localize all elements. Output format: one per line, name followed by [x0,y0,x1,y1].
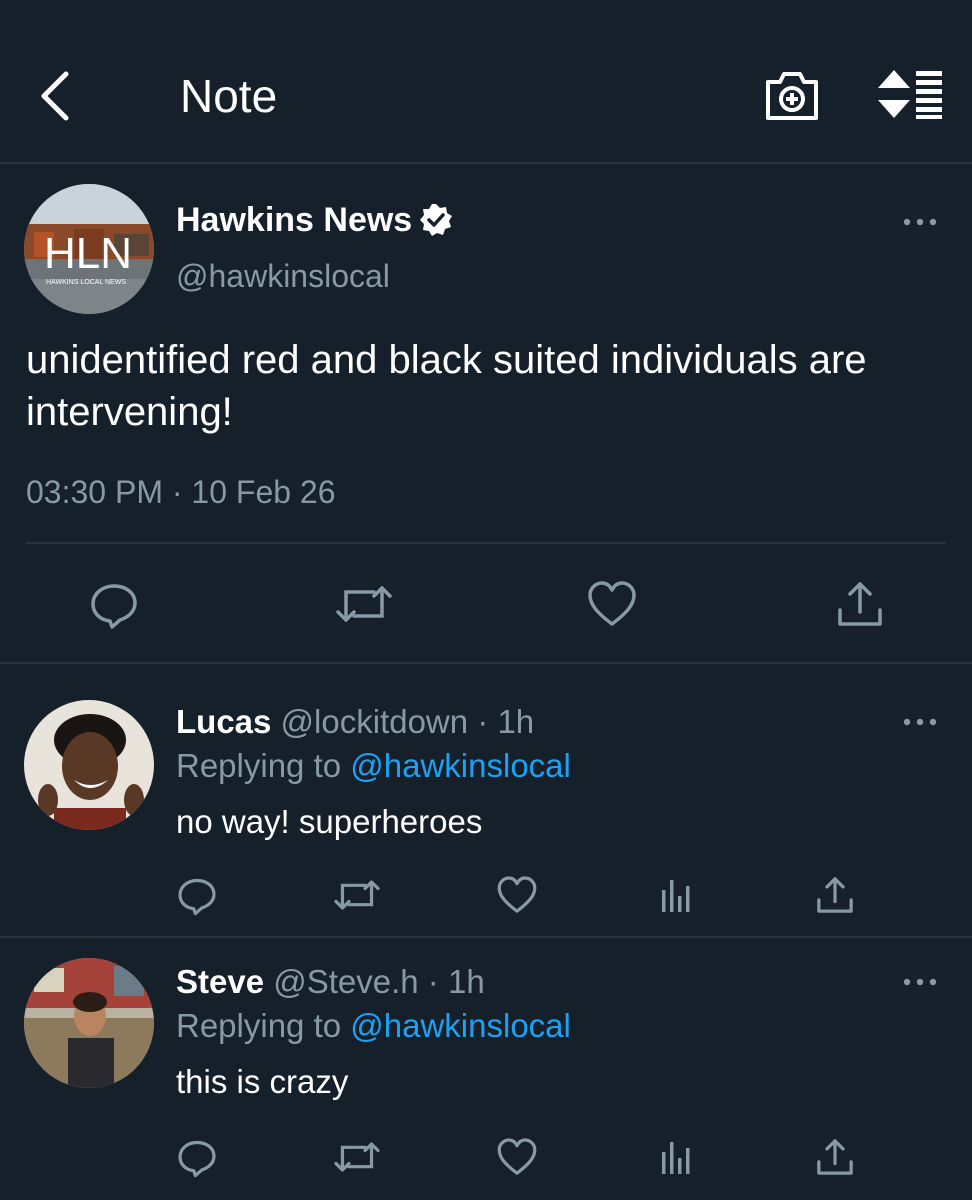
reply-meta: @lockitdown · 1h [281,703,535,740]
reply-icon [178,878,216,916]
camera-plus-icon [766,72,818,120]
avatar-logo-subtext: HAWKINS LOCAL NEWS [46,279,126,286]
reply-author-name[interactable]: Lucas [176,703,271,740]
share-icon [817,877,853,913]
reply-button[interactable] [176,874,218,916]
mention-link[interactable]: @hawkinslocal [350,1007,571,1044]
divider [26,542,946,544]
analytics-button[interactable] [656,1136,698,1178]
chevron-left-icon [41,71,69,121]
like-button[interactable] [496,1136,538,1178]
more-dots-icon [903,978,937,986]
hln-logo-image: HLN HAWKINS LOCAL NEWS [24,184,154,314]
sort-list-icon [878,70,942,119]
reply-header: Lucas @lockitdown · 1h [176,702,534,742]
reply-handle-time: @lockitdown · 1h [280,703,535,740]
more-dots-icon [903,218,937,226]
main-tweet: HLN HAWKINS LOCAL NEWS Hawkins News @haw… [0,166,972,664]
share-button[interactable] [834,578,886,630]
reply-meta: @Steve.h · 1h [273,963,484,1000]
more-options-button[interactable] [902,974,938,990]
top-bar: Note [0,0,972,164]
tweet-timestamp: 03:30 PM · 10 Feb 26 [26,474,336,510]
like-button[interactable] [496,874,538,916]
like-icon [497,1138,537,1175]
avatar-logo-text: HLN [44,229,132,278]
reply-button[interactable] [88,578,140,630]
like-icon [497,876,537,913]
retweet-button[interactable] [332,874,382,916]
share-button[interactable] [814,1136,856,1178]
retweet-button[interactable] [334,578,392,630]
reply-icon [91,584,137,629]
reply-button[interactable] [176,1136,218,1178]
author-handle[interactable]: @hawkinslocal [176,256,390,296]
reply-author-name[interactable]: Steve [176,963,264,1000]
more-options-button[interactable] [902,214,938,230]
more-options-button[interactable] [902,714,938,730]
page-title: Note [180,70,278,122]
retweet-icon [334,880,380,910]
analytics-icon [662,880,690,912]
like-icon [588,581,636,626]
avatar-photo [24,958,154,1088]
reply-tweet[interactable]: Steve @Steve.h · 1h Replying to @hawkins… [0,940,972,1200]
reply-text: no way! superheroes [176,803,483,840]
analytics-button[interactable] [656,874,698,916]
reply-handle-time: @Steve.h · 1h [273,963,485,1000]
replying-to-label: Replying to [176,747,351,784]
like-button[interactable] [586,578,638,630]
more-dots-icon [903,718,937,726]
replying-to-label: Replying to [176,1007,351,1044]
tweet-text: unidentified red and black suited indivi… [26,338,867,434]
back-button[interactable] [32,66,80,126]
reply-icon [178,1140,216,1178]
mention-link[interactable]: @hawkinslocal [350,747,571,784]
verified-badge-icon [420,204,453,236]
share-button[interactable] [814,874,856,916]
retweet-button[interactable] [332,1136,382,1178]
camera-button[interactable] [762,66,822,124]
avatar[interactable] [24,700,154,830]
reply-tweet[interactable]: Lucas @lockitdown · 1h Replying to @hawk… [0,666,972,938]
retweet-icon [334,1142,380,1172]
avatar-photo [24,700,154,830]
retweet-icon [336,586,392,622]
author-name-text: Hawkins News [176,201,413,239]
avatar[interactable] [24,958,154,1088]
reply-header: Steve @Steve.h · 1h [176,962,485,1002]
share-icon [838,582,882,626]
author-name[interactable]: Hawkins News [176,200,454,240]
replying-to: Replying to @hawkinslocal [176,1006,571,1046]
analytics-icon [662,1142,690,1174]
reply-text: this is crazy [176,1063,349,1100]
replying-to: Replying to @hawkinslocal [176,746,571,786]
sort-button[interactable] [876,68,946,120]
avatar[interactable]: HLN HAWKINS LOCAL NEWS [24,184,154,314]
share-icon [817,1139,853,1175]
